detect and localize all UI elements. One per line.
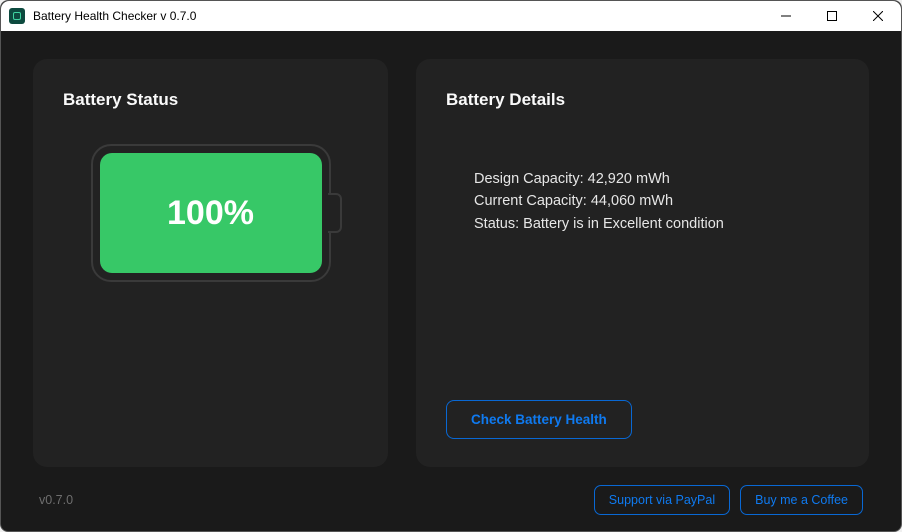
check-battery-health-button[interactable]: Check Battery Health bbox=[446, 400, 632, 439]
maximize-button[interactable] bbox=[809, 1, 855, 31]
cards-row: Battery Status 100% Battery Details Desi… bbox=[33, 59, 869, 467]
battery-percent: 100% bbox=[167, 194, 254, 233]
support-paypal-button[interactable]: Support via PayPal bbox=[594, 485, 730, 515]
minimize-icon bbox=[781, 11, 791, 21]
content-area: Battery Status 100% Battery Details Desi… bbox=[1, 31, 901, 531]
footer: v0.7.0 Support via PayPal Buy me a Coffe… bbox=[33, 467, 869, 515]
app-icon bbox=[9, 8, 25, 24]
version-label: v0.7.0 bbox=[39, 493, 73, 507]
close-icon bbox=[873, 11, 883, 21]
battery-graphic: 100% bbox=[63, 144, 358, 282]
details-list: Design Capacity: 42,920 mWh Current Capa… bbox=[474, 168, 839, 400]
status-line: Status: Battery is in Excellent conditio… bbox=[474, 213, 839, 235]
battery-tip-icon bbox=[328, 193, 342, 233]
window-title: Battery Health Checker v 0.7.0 bbox=[33, 9, 763, 23]
app-window: Battery Health Checker v 0.7.0 Battery S… bbox=[0, 0, 902, 532]
details-card-title: Battery Details bbox=[446, 90, 839, 110]
buy-coffee-button[interactable]: Buy me a Coffee bbox=[740, 485, 863, 515]
window-controls bbox=[763, 1, 901, 31]
close-button[interactable] bbox=[855, 1, 901, 31]
titlebar: Battery Health Checker v 0.7.0 bbox=[1, 1, 901, 31]
status-card-title: Battery Status bbox=[63, 90, 358, 110]
minimize-button[interactable] bbox=[763, 1, 809, 31]
maximize-icon bbox=[827, 11, 837, 21]
battery-details-card: Battery Details Design Capacity: 42,920 … bbox=[416, 59, 869, 467]
battery-status-card: Battery Status 100% bbox=[33, 59, 388, 467]
design-capacity-line: Design Capacity: 42,920 mWh bbox=[474, 168, 839, 190]
battery-fill: 100% bbox=[100, 153, 322, 273]
current-capacity-line: Current Capacity: 44,060 mWh bbox=[474, 190, 839, 212]
battery-icon: 100% bbox=[91, 144, 331, 282]
